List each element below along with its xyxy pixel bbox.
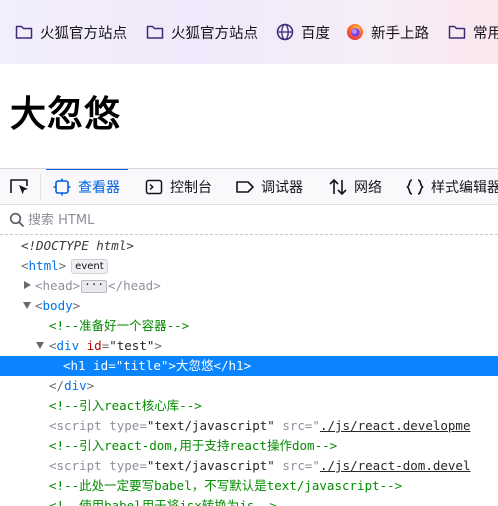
- node-text: 大忽悠: [175, 358, 214, 373]
- collapse-arrow-icon[interactable]: [36, 342, 44, 349]
- tag-name: div: [56, 338, 80, 353]
- attr-value: "text/javascript": [146, 418, 275, 433]
- element-picker-icon[interactable]: [8, 176, 32, 198]
- folder-icon: [145, 22, 165, 42]
- globe-icon: [275, 22, 295, 42]
- bookmark-label: 火狐官方站点: [40, 25, 127, 42]
- comment-text: <!--引入react核心库-->: [49, 398, 202, 413]
- tab-inspector[interactable]: 查看器: [46, 169, 128, 204]
- tag-name: head: [123, 278, 154, 293]
- tree-node-comment[interactable]: <!--引入react核心库-->: [0, 396, 498, 416]
- attr-name: id: [86, 338, 102, 353]
- tree-node-body[interactable]: <body>: [0, 296, 498, 316]
- comment-text: <!--此处一定要写babel，不写默认是text/javascript-->: [49, 478, 403, 493]
- bookmark-label: 火狐官方站点: [171, 25, 258, 42]
- bookmark-folder-common[interactable]: 常用: [447, 20, 498, 44]
- search-icon: [9, 212, 25, 228]
- page-heading: 大忽悠: [10, 94, 122, 135]
- tree-node-div[interactable]: <div id="test">: [0, 336, 498, 356]
- tree-node-comment[interactable]: <!--引入react-dom,用于支持react操作dom-->: [0, 436, 498, 456]
- bookmark-folder-firefox-1[interactable]: 火狐官方站点: [14, 20, 127, 44]
- tag-name: head: [42, 278, 73, 293]
- expand-arrow-icon[interactable]: [24, 281, 31, 289]
- bookmark-label: 常用: [473, 25, 498, 42]
- attr-name: src: [282, 418, 305, 433]
- attr-value: "title": [115, 358, 169, 373]
- tag-name: div: [64, 378, 87, 393]
- attr-name: type: [109, 418, 140, 433]
- attr-value: "test": [109, 338, 155, 353]
- tab-label: 样式编辑器: [431, 180, 498, 196]
- tab-style-editor[interactable]: 样式编辑器: [405, 169, 498, 204]
- tag-name: script: [56, 418, 102, 433]
- tree-node-comment[interactable]: <!--准备好一个容器-->: [0, 316, 498, 336]
- bookmark-label: 百度: [301, 25, 330, 42]
- inspector-icon: [52, 177, 72, 197]
- attr-value: "text/javascript": [146, 458, 275, 473]
- attr-name: type: [109, 458, 140, 473]
- tree-node-html[interactable]: <html> event: [0, 256, 498, 276]
- style-editor-icon: [405, 177, 425, 197]
- tree-node-script[interactable]: <script type="text/javascript" src="./js…: [0, 456, 498, 476]
- bookmark-folder-firefox-2[interactable]: 火狐官方站点: [145, 20, 258, 44]
- tab-label: 控制台: [170, 180, 212, 196]
- page-content: 大忽悠: [0, 64, 498, 168]
- tree-node-h1-selected[interactable]: <h1 id="title">大忽悠</h1>: [0, 356, 498, 376]
- tree-node-comment[interactable]: <!--使用babel用于将jsx转换为js-->: [0, 496, 498, 506]
- comment-text: <!--准备好一个容器-->: [49, 318, 190, 333]
- comment-text: <!--引入react-dom,用于支持react操作dom-->: [49, 438, 338, 453]
- tree-node-doctype[interactable]: <!DOCTYPE html>: [0, 236, 498, 256]
- console-icon: [144, 177, 164, 197]
- bookmarks-toolbar: 火狐官方站点 火狐官方站点 百度 新手上路 常用: [0, 0, 498, 64]
- bookmark-label: 新手上路: [371, 25, 429, 42]
- tree-node-head[interactable]: <head> ··· </head>: [0, 276, 498, 296]
- markup-tree: <!DOCTYPE html> <html> event <head> ··· </h…: [0, 236, 498, 506]
- tab-label: 调试器: [261, 180, 303, 196]
- comment-text: <!--使用babel用于将jsx转换为js-->: [49, 498, 277, 506]
- folder-icon: [447, 22, 467, 42]
- tab-label: 网络: [354, 180, 382, 196]
- tag-name: body: [42, 298, 73, 313]
- script-src-link[interactable]: ./js/react.developme: [320, 418, 471, 433]
- firefox-icon: [345, 22, 365, 42]
- attr-name: id: [93, 358, 109, 373]
- tag-name: h1: [228, 358, 244, 373]
- tag-name: h1: [70, 358, 86, 373]
- tree-node-script[interactable]: <script type="text/javascript" src="./js…: [0, 416, 498, 436]
- attr-name: src: [282, 458, 305, 473]
- script-src-link[interactable]: ./js/react-dom.devel: [320, 458, 471, 473]
- tree-node-comment[interactable]: <!--此处一定要写babel，不写默认是text/javascript-->: [0, 476, 498, 496]
- tag-name: script: [56, 458, 102, 473]
- tag-name: html: [28, 258, 59, 273]
- bookmark-baidu[interactable]: 百度: [275, 20, 330, 44]
- tab-debugger[interactable]: 调试器: [235, 169, 303, 204]
- doctype-text: <!DOCTYPE html>: [21, 238, 134, 253]
- tab-console[interactable]: 控制台: [144, 169, 212, 204]
- devtools-toolbar: 查看器 控制台 调试器 网络 样式编辑器: [0, 168, 498, 205]
- tab-network[interactable]: 网络: [328, 169, 382, 204]
- bookmark-getting-started[interactable]: 新手上路: [345, 20, 429, 44]
- network-icon: [328, 177, 348, 197]
- folder-icon: [14, 22, 34, 42]
- tree-node-div-close[interactable]: </div>: [0, 376, 498, 396]
- search-html-input[interactable]: [28, 211, 488, 229]
- tab-label: 查看器: [78, 180, 120, 196]
- collapse-arrow-icon[interactable]: [23, 302, 31, 309]
- collapsed-ellipsis-icon[interactable]: ···: [81, 279, 108, 293]
- html-search-bar: [0, 205, 498, 235]
- tab-separator: [40, 174, 41, 200]
- event-badge[interactable]: event: [71, 259, 108, 274]
- debugger-icon: [235, 177, 255, 197]
